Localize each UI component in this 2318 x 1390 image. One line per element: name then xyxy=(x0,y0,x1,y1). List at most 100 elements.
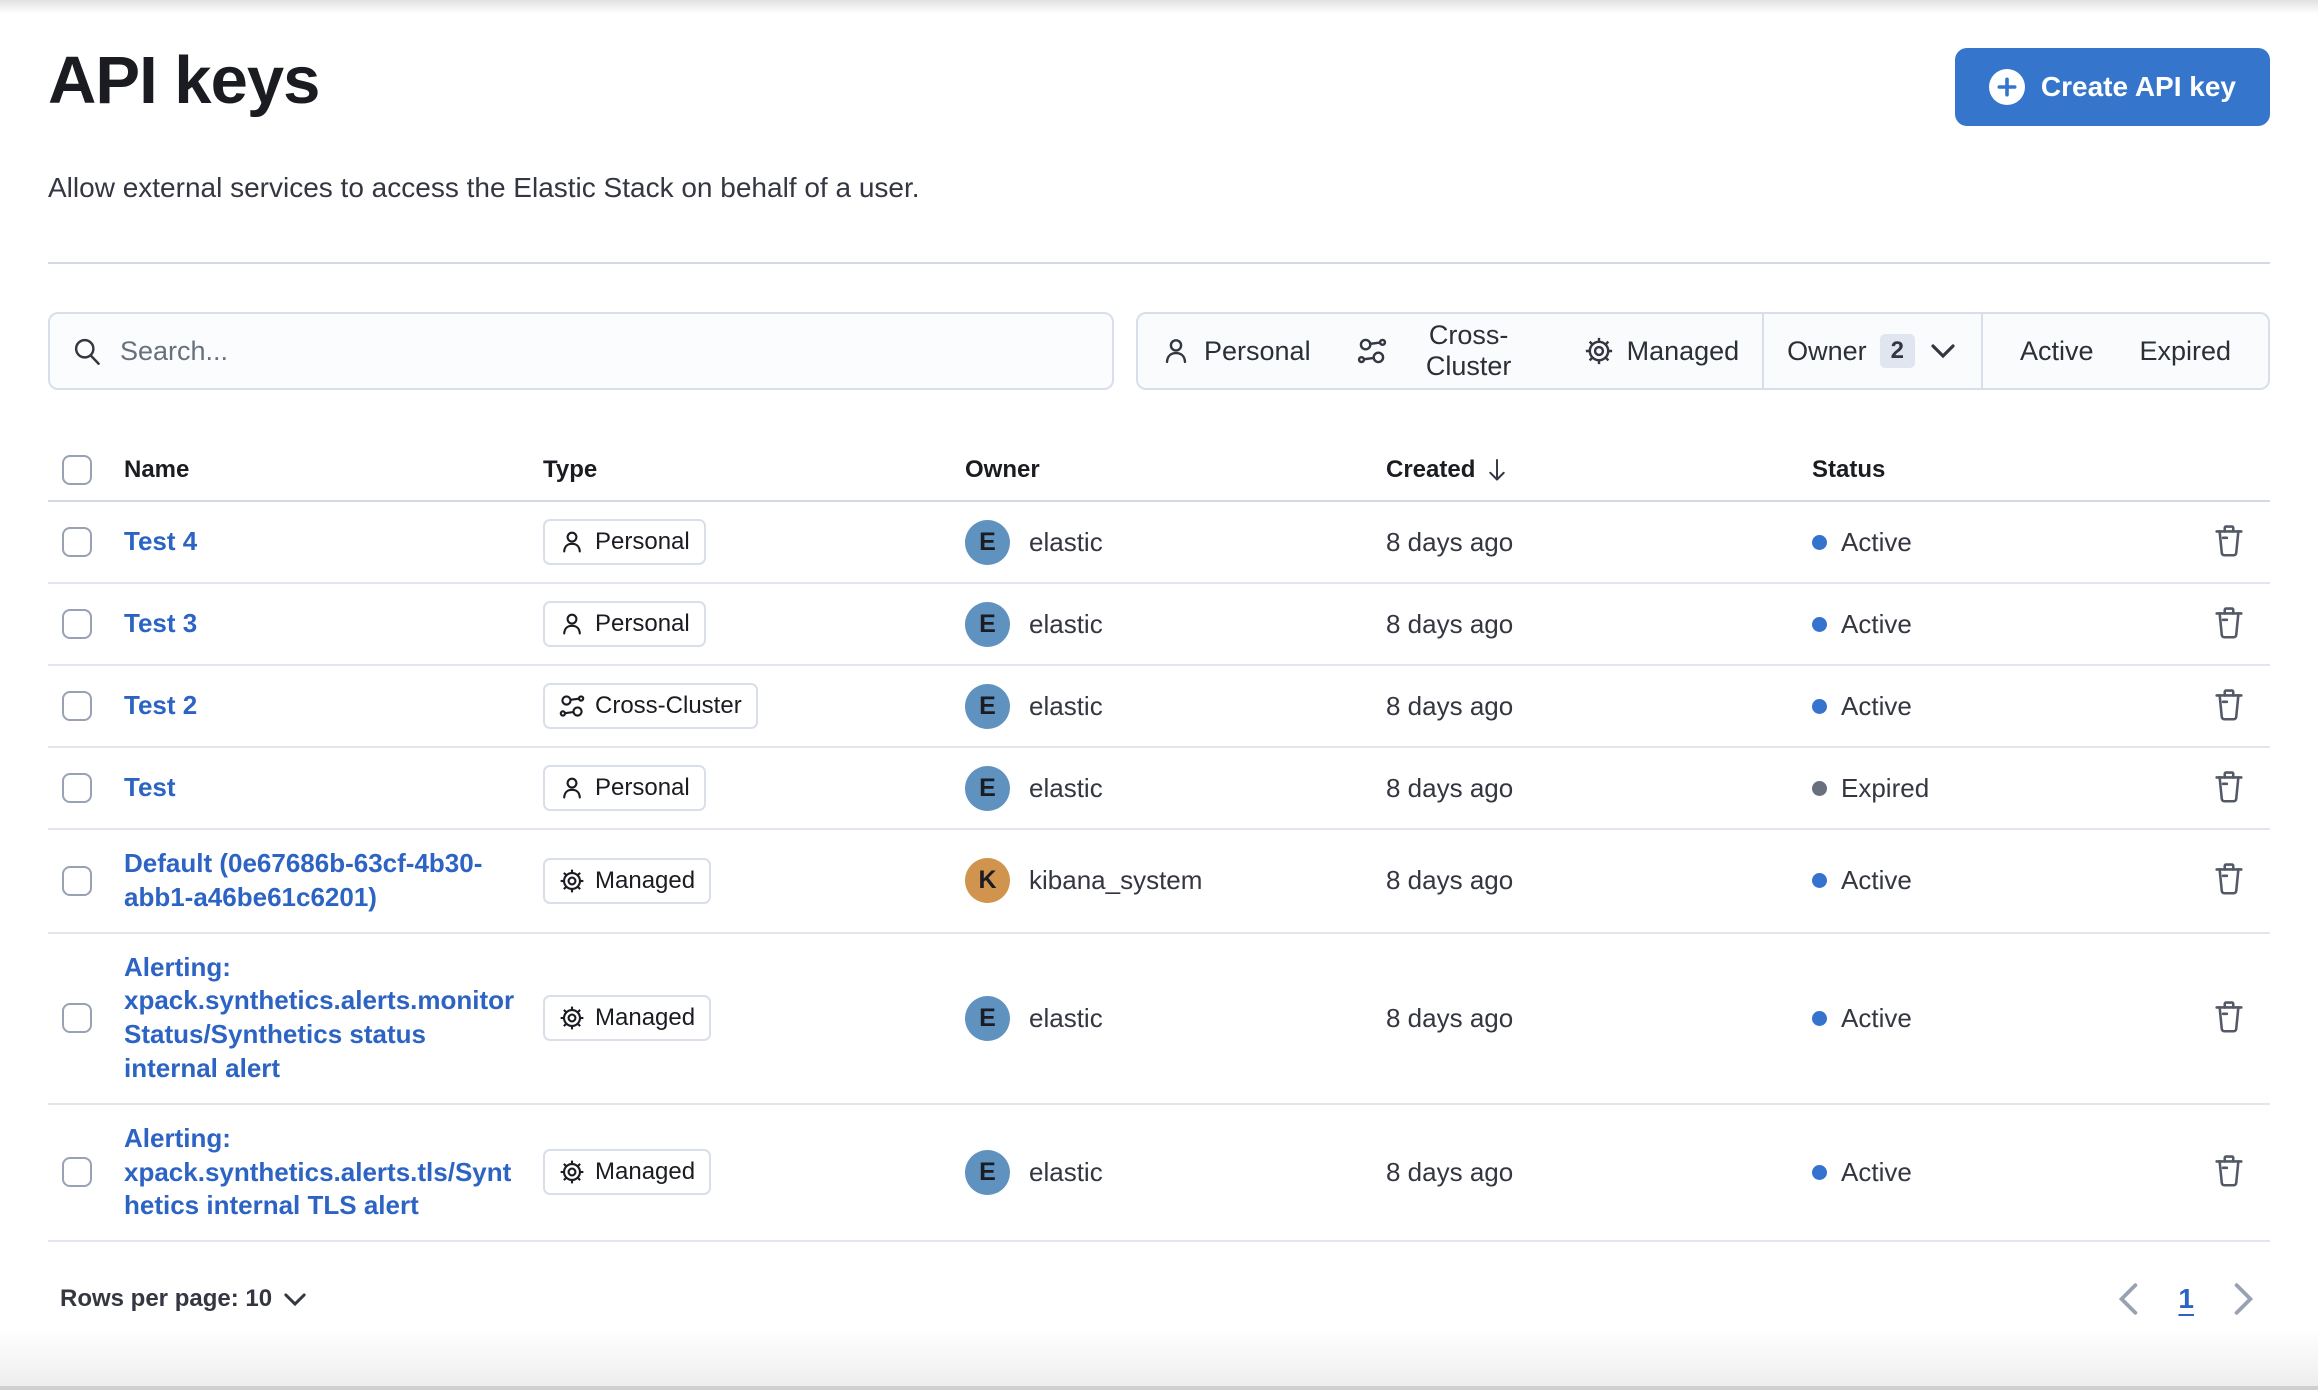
api-key-name-link[interactable]: Alerting: xpack.synthetics.alerts.monito… xyxy=(124,951,516,1086)
table-row: Test Personal E elastic 8 days ago Expir… xyxy=(48,748,2270,830)
name-cell: Test xyxy=(124,771,543,805)
status-dot xyxy=(1812,780,1827,796)
delete-api-key-button[interactable] xyxy=(2208,520,2250,565)
type-cell: Personal xyxy=(543,601,965,647)
type-badge: Managed xyxy=(543,995,712,1042)
delete-api-key-button[interactable] xyxy=(2208,996,2250,1041)
create-api-key-label: Create API key xyxy=(2040,71,2236,102)
row-checkbox[interactable] xyxy=(62,527,92,557)
row-checkbox-cell xyxy=(48,1003,124,1034)
trash-icon xyxy=(2215,688,2243,721)
filter-expired-label: Expired xyxy=(2139,335,2232,366)
row-checkbox[interactable] xyxy=(62,1003,92,1034)
column-header-created[interactable]: Created xyxy=(1386,456,1812,484)
select-all-checkbox[interactable] xyxy=(62,455,92,485)
owner-filter-section: Owner 2 xyxy=(1764,314,1981,388)
chevron-left-icon xyxy=(2119,1283,2138,1315)
status-cell: Active xyxy=(1812,865,2188,896)
filter-personal-label: Personal xyxy=(1204,335,1311,366)
table-row: Test 4 Personal E elastic 8 days ago Act… xyxy=(48,502,2270,584)
status-dot xyxy=(1812,1010,1827,1026)
delete-api-key-button[interactable] xyxy=(2208,684,2250,729)
gear-icon xyxy=(560,1006,584,1030)
page-title: API keys xyxy=(48,43,320,118)
page-1-link[interactable]: 1 xyxy=(2178,1283,2194,1315)
table-row: Test 3 Personal E elastic 8 days ago Act… xyxy=(48,584,2270,666)
column-header-type[interactable]: Type xyxy=(543,456,965,484)
create-api-key-button[interactable]: Create API key xyxy=(1954,48,2270,126)
owner-name: elastic xyxy=(1029,608,1103,639)
status-dot xyxy=(1812,1164,1827,1180)
row-checkbox-cell xyxy=(48,773,124,803)
owner-count-badge: 2 xyxy=(1879,333,1916,369)
owner-name: elastic xyxy=(1029,772,1103,803)
created-cell: 8 days ago xyxy=(1386,1156,1514,1187)
filter-managed[interactable]: Managed xyxy=(1561,314,1763,388)
delete-api-key-button[interactable] xyxy=(2208,1150,2250,1195)
api-key-name-link[interactable]: Alerting: xpack.synthetics.alerts.tls/Sy… xyxy=(124,1122,516,1223)
trash-icon xyxy=(2215,863,2243,895)
column-header-name[interactable]: Name xyxy=(124,456,543,484)
search-box[interactable] xyxy=(48,312,1114,390)
row-checkbox[interactable] xyxy=(62,609,92,639)
owner-avatar: E xyxy=(965,601,1010,647)
api-key-name-link[interactable]: Default (0e67686b-63cf-4b30-abb1-a46be61… xyxy=(124,847,516,915)
table-row: Default (0e67686b-63cf-4b30-abb1-a46be61… xyxy=(48,830,2270,934)
owner-avatar: E xyxy=(965,995,1010,1041)
table-row: Alerting: xpack.synthetics.alerts.tls/Sy… xyxy=(48,1105,2270,1243)
delete-api-key-button[interactable] xyxy=(2208,602,2250,647)
previous-page-button[interactable] xyxy=(2114,1278,2144,1320)
type-badge-label: Personal xyxy=(595,774,690,801)
type-badge: Personal xyxy=(543,601,706,647)
type-badge: Personal xyxy=(543,519,706,565)
api-key-name-link[interactable]: Test 3 xyxy=(124,607,197,641)
header-divider xyxy=(48,262,2270,264)
actions-cell xyxy=(2188,602,2270,647)
type-cell: Personal xyxy=(543,519,965,565)
rows-per-page-button[interactable]: Rows per page: 10 xyxy=(48,1279,318,1319)
table-body: Test 4 Personal E elastic 8 days ago Act… xyxy=(48,502,2270,1243)
api-key-name-link[interactable]: Test 2 xyxy=(124,689,197,723)
row-checkbox[interactable] xyxy=(62,865,92,896)
column-header-owner[interactable]: Owner xyxy=(965,456,1386,484)
filter-personal[interactable]: Personal xyxy=(1138,314,1334,388)
table-row: Alerting: xpack.synthetics.alerts.monito… xyxy=(48,934,2270,1105)
actions-cell xyxy=(2188,766,2270,811)
chevron-down-icon xyxy=(284,1293,306,1306)
row-checkbox[interactable] xyxy=(62,691,92,721)
filter-owner-dropdown[interactable]: Owner 2 xyxy=(1764,314,1981,388)
status-dot xyxy=(1812,873,1827,889)
status-cell: Active xyxy=(1812,691,2188,722)
delete-api-key-button[interactable] xyxy=(2208,858,2250,903)
plus-icon xyxy=(1988,69,2025,105)
row-checkbox[interactable] xyxy=(62,1157,92,1188)
row-checkbox-cell xyxy=(48,865,124,896)
type-cell: Managed xyxy=(543,1149,965,1196)
table-row: Test 2 Cross-Cluster E elastic 8 days ag… xyxy=(48,666,2270,748)
user-icon xyxy=(563,531,581,553)
status-cell: Active xyxy=(1812,527,2188,558)
status-dot xyxy=(1812,698,1827,714)
gear-icon xyxy=(560,869,584,893)
filter-active[interactable]: Active xyxy=(1997,314,2117,388)
search-input[interactable] xyxy=(120,335,1090,367)
user-icon xyxy=(563,777,581,799)
next-page-button[interactable] xyxy=(2228,1278,2258,1320)
table-footer: Rows per page: 10 1 xyxy=(48,1278,2270,1320)
row-checkbox-cell xyxy=(48,527,124,557)
filter-cross-cluster[interactable]: Cross-Cluster xyxy=(1334,314,1561,388)
row-checkbox[interactable] xyxy=(62,773,92,803)
filter-cross-cluster-label: Cross-Cluster xyxy=(1425,320,1512,381)
type-badge: Managed xyxy=(543,1149,712,1196)
api-key-name-link[interactable]: Test xyxy=(124,771,176,805)
delete-api-key-button[interactable] xyxy=(2208,766,2250,811)
sort-descending-icon xyxy=(1489,458,1506,480)
api-key-name-link[interactable]: Test 4 xyxy=(124,525,197,559)
owner-cell: E elastic xyxy=(965,1149,1386,1195)
filter-expired[interactable]: Expired xyxy=(2116,314,2254,388)
status-dot xyxy=(1812,616,1827,632)
owner-name: kibana_system xyxy=(1029,865,1203,896)
type-badge-label: Managed xyxy=(595,1004,696,1032)
trash-icon xyxy=(2215,1155,2243,1187)
type-badge: Managed xyxy=(543,857,712,904)
